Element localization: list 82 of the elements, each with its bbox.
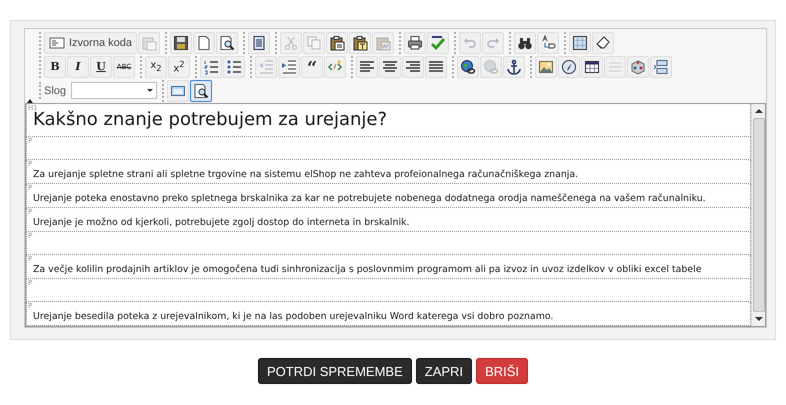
show-blocks-button[interactable]	[167, 80, 190, 102]
scrollbar-thumb[interactable]	[752, 118, 764, 312]
magnifier-page-icon	[193, 82, 210, 98]
flash-button[interactable]	[558, 56, 580, 78]
paste-button[interactable]	[326, 32, 348, 54]
paragraph: Za večje kolilin prodajnih artiklov je omogočena tudi sinhronizacija s poslovnmim programom ali pa izvoz in uvoz izdelkov v obliki excel tabele	[33, 263, 702, 276]
scrollbar[interactable]	[751, 104, 765, 326]
italic-button[interactable]: I	[67, 56, 89, 78]
clipboard-icon	[374, 34, 391, 50]
align-left-button[interactable]	[356, 56, 378, 78]
eraser-icon	[594, 34, 611, 50]
paragraph: Za urejanje spletne strani ali spletne trgovine na sistemu elShop ne zahteva profeionalnega računačniškega znanja.	[33, 168, 580, 181]
bold-button[interactable]: B	[44, 56, 66, 78]
eraser-button[interactable]	[592, 32, 614, 54]
document-icon	[49, 34, 65, 50]
preview-button[interactable]	[190, 80, 212, 102]
spellcheck-button[interactable]	[426, 32, 449, 54]
align-left-icon	[359, 58, 375, 74]
copy-icon	[306, 34, 322, 50]
cube-button[interactable]	[627, 56, 649, 78]
blank-page-icon	[196, 34, 212, 50]
superscript-button[interactable]: x$^{2}$	[168, 56, 190, 78]
paste-text-button[interactable]	[348, 32, 371, 54]
indent-button[interactable]	[278, 56, 300, 78]
printer-icon	[406, 34, 423, 50]
scissors-icon	[282, 34, 299, 50]
align-right-icon	[405, 58, 421, 74]
table-icon	[584, 58, 600, 74]
clipboard-icon	[140, 34, 157, 50]
page-break-icon	[653, 58, 669, 74]
table-button[interactable]	[581, 56, 603, 78]
align-right-button[interactable]	[402, 56, 424, 78]
subscript-button[interactable]: x$_{2}$	[145, 56, 167, 78]
anchor-icon	[506, 58, 522, 74]
div-button[interactable]	[324, 56, 346, 78]
compass-circle-icon	[561, 58, 577, 74]
link-button[interactable]	[457, 56, 479, 78]
image-button[interactable]	[535, 56, 557, 78]
scroll-down-icon[interactable]	[754, 316, 762, 322]
clipboard-icon	[352, 34, 368, 50]
bullet-list-icon	[226, 58, 242, 74]
underline-button[interactable]: U	[90, 56, 112, 78]
find-button[interactable]	[514, 32, 536, 54]
align-center-icon	[382, 58, 398, 74]
align-center-button[interactable]	[379, 56, 401, 78]
confirm-button[interactable]: POTRDI SPREMEMBE	[258, 358, 412, 384]
grid-select-icon	[572, 34, 588, 50]
paragraph: Urejanje besedila poteka z urejevalnikom, ki je na las podoben urejevalniku Word katerega vsi dobro poznamo.	[33, 310, 554, 323]
globe-chain-icon	[483, 58, 499, 74]
quote-button[interactable]: “	[301, 56, 323, 78]
outdent-icon	[258, 58, 274, 74]
save-button[interactable]	[170, 32, 192, 54]
picture-icon	[538, 58, 554, 74]
letters-swap-icon	[540, 34, 556, 50]
anchor-button[interactable]	[503, 56, 525, 78]
bulleted-list-button[interactable]	[223, 56, 245, 78]
style-label: Slog	[44, 84, 66, 96]
paragraph: Urejanje poteka enostavno preko spletnega brskalnika za kar ne potrebujete nobenega dodatnega orodja nameščenega na vašem računalniku.	[33, 192, 707, 205]
editing-area[interactable]	[25, 103, 766, 327]
magnifier-page-icon	[218, 34, 235, 50]
page-icon	[250, 34, 267, 50]
justify-button[interactable]	[425, 56, 447, 78]
new-page-button[interactable]	[192, 32, 215, 54]
close-button[interactable]: ZAPRI	[416, 358, 472, 384]
source-button[interactable]: Izvorna koda	[44, 32, 137, 54]
numbered-list-button[interactable]	[200, 56, 222, 78]
page-break-button[interactable]	[650, 56, 672, 78]
indent-icon	[281, 58, 297, 74]
document-button[interactable]	[248, 32, 270, 54]
clipboard-icon	[328, 34, 345, 50]
print-button[interactable]	[404, 32, 426, 54]
caret-icon	[147, 89, 154, 92]
justify-icon	[428, 58, 444, 74]
cube-icon	[630, 58, 646, 74]
globe-chain-icon	[460, 58, 476, 74]
numbered-list-icon	[203, 58, 219, 74]
check-mark-icon	[430, 34, 446, 50]
paragraph: Urejanje je možno od kjerkoli, potrebujete zgolj dostop do interneta in brskalnik.	[33, 216, 410, 229]
select-all-button[interactable]	[568, 32, 591, 54]
scroll-up-icon[interactable]	[754, 108, 762, 114]
replace-button[interactable]	[536, 32, 559, 54]
delete-button[interactable]: BRIŠI	[476, 358, 528, 384]
